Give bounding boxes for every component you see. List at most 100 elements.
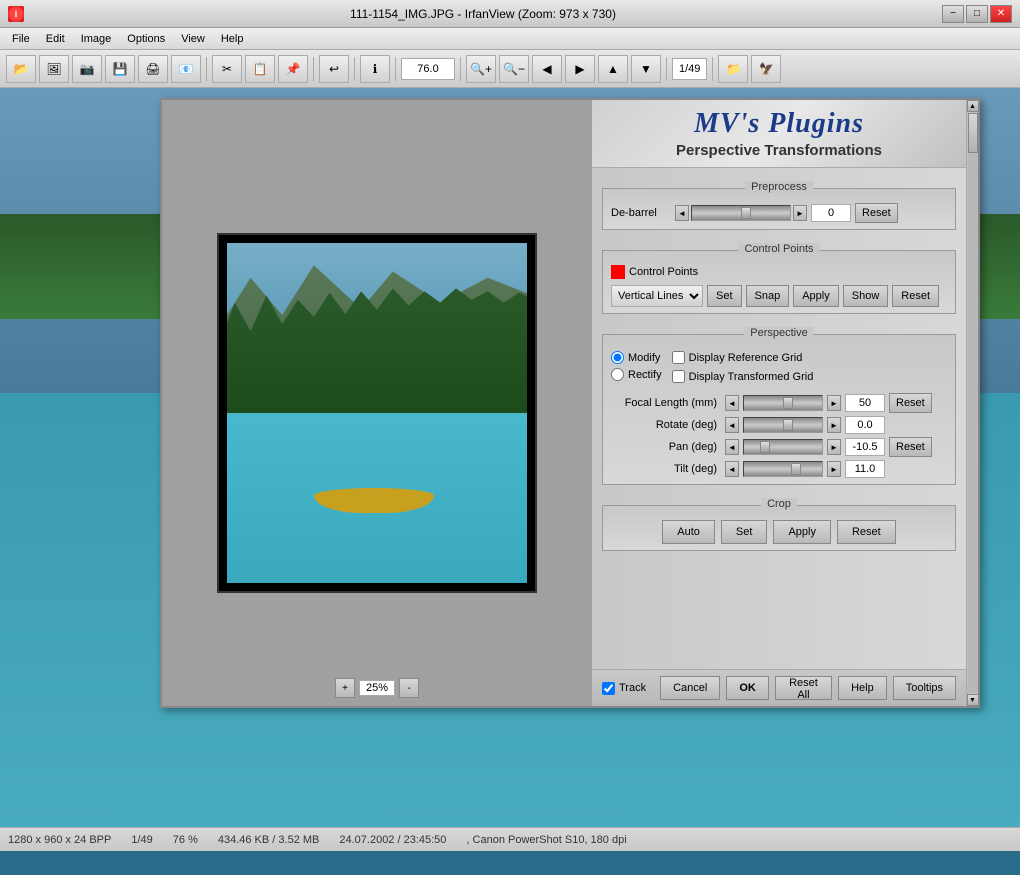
toolbar-print-button[interactable]: 🖨 <box>138 55 168 83</box>
focal-value[interactable] <box>845 394 885 412</box>
toolbar-cut-button[interactable]: ✂ <box>212 55 242 83</box>
plugin-brand: MV's Plugins Perspective Transformations <box>592 100 966 168</box>
ref-grid-row: Display Reference Grid <box>672 351 814 364</box>
cp-snap-button[interactable]: Snap <box>746 285 790 307</box>
debarrel-reset-button[interactable]: Reset <box>855 203 898 223</box>
perspective-section: Perspective Modify Rectify <box>602 334 956 485</box>
crop-section: Crop Auto Set Apply Reset <box>602 505 956 551</box>
preprocess-title: Preprocess <box>745 181 813 193</box>
rotate-left-arrow[interactable]: ◄ <box>725 417 739 433</box>
trans-grid-checkbox[interactable] <box>672 370 685 383</box>
scrollbar-up[interactable]: ▲ <box>967 100 979 112</box>
toolbar-paste-button[interactable]: 📌 <box>278 55 308 83</box>
menu-image[interactable]: Image <box>73 31 120 47</box>
menu-edit[interactable]: Edit <box>38 31 73 47</box>
focal-track[interactable] <box>743 395 823 411</box>
tooltips-button[interactable]: Tooltips <box>893 676 956 700</box>
debarrel-right-arrow[interactable]: ► <box>793 205 807 221</box>
rotate-right-arrow[interactable]: ► <box>827 417 841 433</box>
pan-left-arrow[interactable]: ◄ <box>725 439 739 455</box>
brand-subtitle: Perspective Transformations <box>604 142 954 159</box>
preview-zoom-plus[interactable]: + <box>335 678 355 698</box>
toolbar-email-button[interactable]: 📧 <box>171 55 201 83</box>
ok-button[interactable]: OK <box>726 676 769 700</box>
crop-set-button[interactable]: Set <box>721 520 768 544</box>
reset-all-button[interactable]: Reset All <box>775 676 832 700</box>
ref-grid-checkbox[interactable] <box>672 351 685 364</box>
toolbar-thumbnail-button[interactable]: 🖼 <box>39 55 69 83</box>
toolbar-zoom-in-button[interactable]: 🔍+ <box>466 55 496 83</box>
crop-apply-button[interactable]: Apply <box>773 520 831 544</box>
toolbar-copy-button[interactable]: 📋 <box>245 55 275 83</box>
pan-thumb[interactable] <box>760 441 770 453</box>
focal-reset-button[interactable]: Reset <box>889 393 932 413</box>
menu-file[interactable]: File <box>4 31 38 47</box>
cp-type-dropdown[interactable]: Vertical Lines <box>611 285 703 307</box>
brand-script: MV's Plugins <box>604 108 954 140</box>
toolbar-info-button[interactable]: ℹ <box>360 55 390 83</box>
close-button[interactable]: ✕ <box>990 5 1012 23</box>
toolbar-browse-button[interactable]: 📁 <box>718 55 748 83</box>
debarrel-track[interactable] <box>691 205 791 221</box>
modify-label: Modify <box>628 352 660 364</box>
cp-reset-button[interactable]: Reset <box>892 285 939 307</box>
pan-value[interactable] <box>845 438 885 456</box>
rotate-thumb[interactable] <box>783 419 793 431</box>
cp-indicator <box>611 265 625 279</box>
toolbar-zoom-out-button[interactable]: 🔍− <box>499 55 529 83</box>
toolbar-filmstrip-button[interactable]: 📷 <box>72 55 102 83</box>
menu-options[interactable]: Options <box>119 31 173 47</box>
modify-radio-row: Modify <box>611 351 662 364</box>
focal-right-arrow[interactable]: ► <box>827 395 841 411</box>
rotate-track[interactable] <box>743 417 823 433</box>
track-checkbox[interactable] <box>602 682 615 695</box>
param-rows: Focal Length (mm) ◄ ► Reset Rotate (deg) <box>611 393 947 478</box>
toolbar-prev-button[interactable]: ◀ <box>532 55 562 83</box>
minimize-button[interactable]: − <box>942 5 964 23</box>
menu-bar: File Edit Image Options View Help <box>0 28 1020 50</box>
scrollbar-down[interactable]: ▼ <box>967 694 979 706</box>
tilt-right-arrow[interactable]: ► <box>827 461 841 477</box>
toolbar-undo-button[interactable]: ↩ <box>319 55 349 83</box>
debarrel-label: De-barrel <box>611 207 671 219</box>
toolbar-logo-button[interactable]: 🦅 <box>751 55 781 83</box>
control-points-title: Control Points <box>738 243 819 255</box>
cp-apply-button[interactable]: Apply <box>793 285 839 307</box>
help-button[interactable]: Help <box>838 676 887 700</box>
debarrel-value[interactable] <box>811 204 851 222</box>
toolbar-next-button[interactable]: ▶ <box>565 55 595 83</box>
tilt-value[interactable] <box>845 460 885 478</box>
preview-zoom-percent: 25% <box>359 680 395 696</box>
toolbar-save-button[interactable]: 💾 <box>105 55 135 83</box>
cancel-button[interactable]: Cancel <box>660 676 720 700</box>
rotate-row: Rotate (deg) ◄ ► <box>611 416 947 434</box>
nav-counter: 1/49 <box>672 58 707 80</box>
modify-radio[interactable] <box>611 351 624 364</box>
zoom-input[interactable] <box>401 58 455 80</box>
crop-reset-button[interactable]: Reset <box>837 520 896 544</box>
pan-right-arrow[interactable]: ► <box>827 439 841 455</box>
pan-track[interactable] <box>743 439 823 455</box>
focal-thumb[interactable] <box>783 397 793 409</box>
cp-set-button[interactable]: Set <box>707 285 742 307</box>
tilt-track[interactable] <box>743 461 823 477</box>
toolbar-down-button[interactable]: ▼ <box>631 55 661 83</box>
rectify-radio[interactable] <box>611 368 624 381</box>
scrollbar-thumb[interactable] <box>968 113 978 153</box>
focal-left-arrow[interactable]: ◄ <box>725 395 739 411</box>
cp-show-button[interactable]: Show <box>843 285 889 307</box>
debarrel-thumb[interactable] <box>741 207 751 219</box>
tilt-thumb[interactable] <box>791 463 801 475</box>
tilt-left-arrow[interactable]: ◄ <box>725 461 739 477</box>
maximize-button[interactable]: □ <box>966 5 988 23</box>
preview-zoom-minus[interactable]: - <box>399 678 419 698</box>
rotate-value[interactable] <box>845 416 885 434</box>
crop-auto-button[interactable]: Auto <box>662 520 715 544</box>
pan-reset-button[interactable]: Reset <box>889 437 932 457</box>
debarrel-left-arrow[interactable]: ◄ <box>675 205 689 221</box>
menu-view[interactable]: View <box>173 31 213 47</box>
scrollbar-track[interactable] <box>968 113 978 693</box>
toolbar-open-button[interactable]: 📂 <box>6 55 36 83</box>
toolbar-up-button[interactable]: ▲ <box>598 55 628 83</box>
menu-help[interactable]: Help <box>213 31 252 47</box>
